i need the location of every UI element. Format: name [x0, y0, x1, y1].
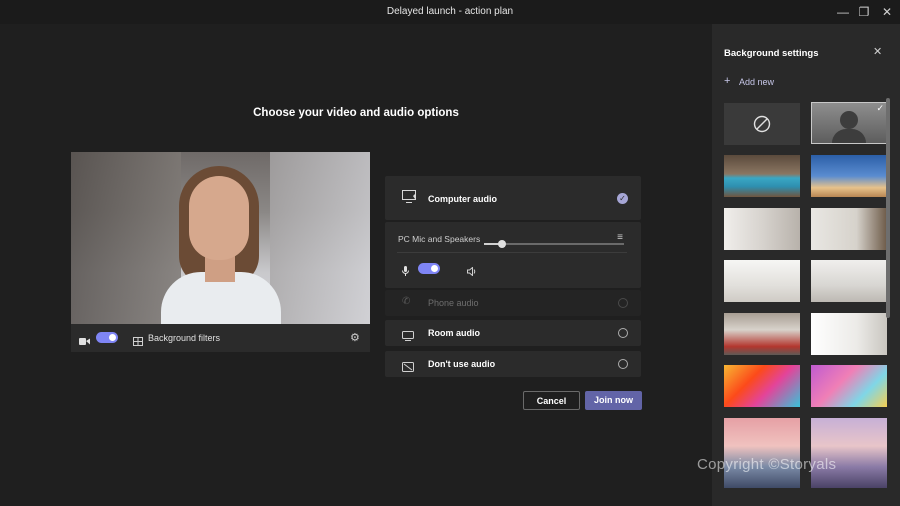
background-room-tile[interactable] [724, 260, 800, 302]
restore-icon[interactable]: ❐ [853, 2, 875, 22]
phone-audio-radio [618, 298, 628, 308]
background-none-tile[interactable] [724, 103, 800, 145]
room-audio-icon [402, 328, 414, 346]
background-outdoor-tile[interactable] [811, 155, 887, 197]
panel-scrollbar[interactable] [886, 98, 890, 318]
dont-use-audio-label: Don't use audio [428, 359, 496, 369]
selected-check-icon: ✓ [876, 103, 884, 113]
background-balloons-tile[interactable] [811, 365, 887, 407]
background-room-tile[interactable] [724, 208, 800, 250]
minimize-icon[interactable]: — [832, 2, 854, 22]
phone-icon: ✆ [402, 296, 411, 307]
participant-face [189, 176, 249, 260]
close-panel-icon[interactable]: ✕ [873, 45, 882, 58]
speaker-volume-slider[interactable] [484, 240, 624, 248]
add-icon[interactable]: + [724, 75, 730, 87]
computer-audio-icon [402, 190, 418, 209]
background-settings-title: Background settings [724, 48, 819, 59]
title-bar: Delayed launch - action plan — ❐ ✕ [0, 0, 900, 24]
device-settings-icon[interactable]: ⚙ [350, 331, 360, 344]
copyright-watermark: Copyright ©Storyals [697, 456, 837, 473]
close-window-icon[interactable]: ✕ [876, 2, 898, 22]
background-office-tile[interactable] [724, 155, 800, 197]
join-now-button[interactable]: Join now [585, 391, 642, 410]
camera-toggle[interactable] [96, 332, 118, 343]
cancel-button[interactable]: Cancel [523, 391, 580, 410]
room-audio-option[interactable]: Room audio [385, 320, 641, 346]
video-preview [71, 152, 370, 324]
selected-check-icon: ✓ [617, 193, 628, 204]
window-title: Delayed launch - action plan [386, 6, 514, 17]
background-room-tile[interactable] [811, 260, 887, 302]
add-new-button[interactable]: Add new [739, 77, 774, 87]
dont-use-audio-option[interactable]: Don't use audio [385, 351, 641, 377]
audio-device-label: PC Mic and Speakers [398, 234, 481, 244]
background-filters-button[interactable]: Background filters [148, 333, 220, 343]
phone-audio-option: ✆ Phone audio [385, 290, 641, 316]
background-bridge-tile[interactable] [724, 418, 800, 488]
computer-audio-label: Computer audio [428, 194, 497, 204]
microphone-icon [402, 263, 409, 281]
microphone-toggle[interactable] [418, 263, 440, 274]
no-background-icon [753, 115, 771, 138]
background-landscape-tile[interactable] [811, 418, 887, 488]
background-filters-icon[interactable] [133, 333, 143, 351]
video-controls-bar: Background filters ⚙ [71, 324, 370, 352]
page-heading: Choose your video and audio options [253, 107, 459, 119]
audio-device-panel: PC Mic and Speakers ≡ [385, 222, 641, 288]
phone-audio-label: Phone audio [428, 298, 479, 308]
background-balloons-tile[interactable] [724, 365, 800, 407]
audio-device-settings-icon[interactable]: ≡ [617, 232, 623, 243]
background-blur-tile[interactable]: ✓ [811, 102, 887, 144]
dont-use-audio-radio[interactable] [618, 359, 628, 369]
room-audio-radio[interactable] [618, 328, 628, 338]
computer-audio-option[interactable]: Computer audio ✓ [385, 176, 641, 220]
speaker-icon [467, 263, 477, 281]
room-audio-label: Room audio [428, 328, 480, 338]
background-room-tile[interactable] [811, 208, 887, 250]
camera-icon [79, 333, 90, 351]
no-audio-icon [402, 359, 414, 377]
background-room-tile[interactable] [811, 313, 887, 355]
background-office-tile[interactable] [724, 313, 800, 355]
